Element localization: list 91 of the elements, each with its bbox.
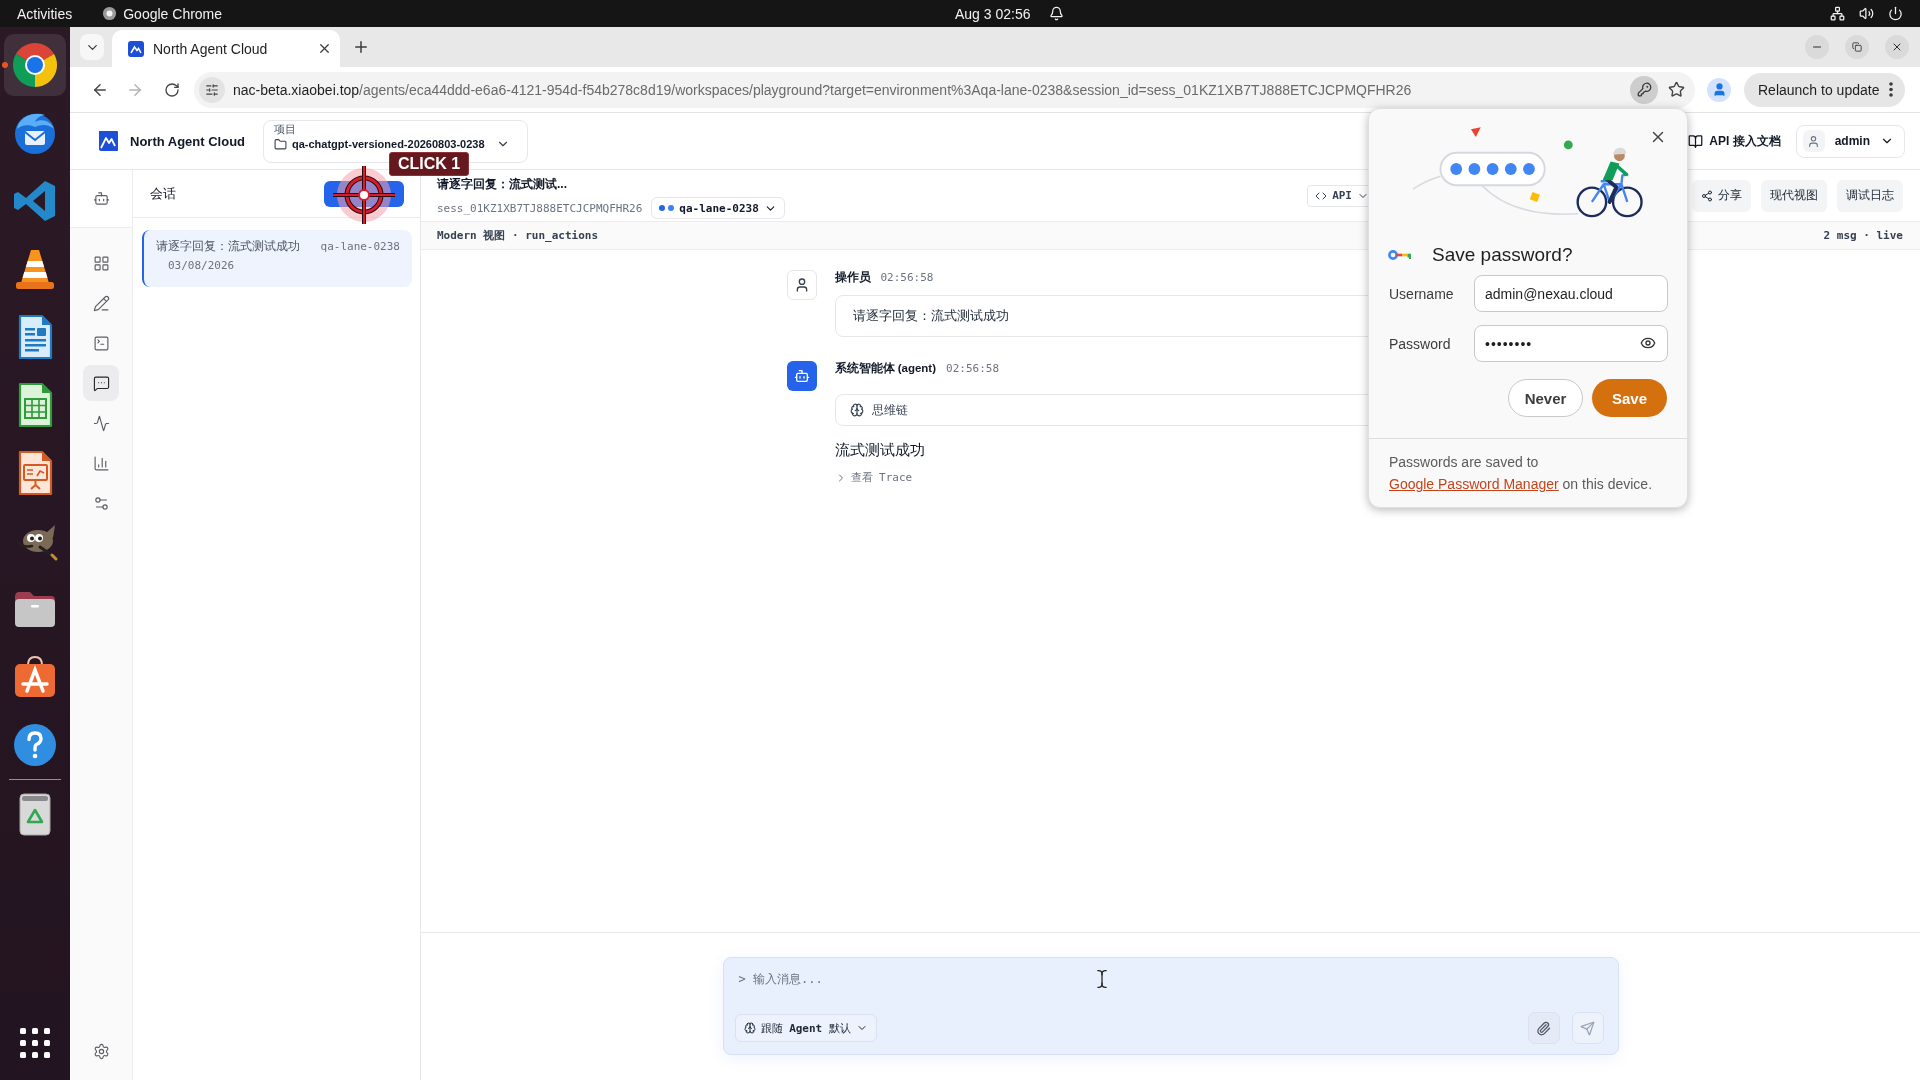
- message-author: 系统智能体 (agent): [834, 360, 937, 376]
- new-tab-icon[interactable]: [352, 38, 370, 56]
- view-mode-label: Modern 视图 · run_actions: [437, 228, 599, 243]
- agent-mode-selector[interactable]: 跟随 Agent 默认: [734, 1014, 877, 1042]
- url-text: nac-beta.xiaobei.top/agents/eca44ddd-e6a6-4121-954d-f54b278c8d19/workspaces/playground?target=environment%3Aqa-lane-0238&session_id=sess_01KZ1XB7TJ888ETCJCPMQFHR26: [233, 81, 1412, 98]
- chat-icon: [92, 374, 110, 392]
- profile-icon[interactable]: [1707, 77, 1731, 102]
- favicon-icon: [128, 40, 144, 57]
- password-field[interactable]: ••••••••: [1474, 325, 1668, 362]
- address-bar[interactable]: nac-beta.xiaobei.top/agents/eca44ddd-e6a6-4121-954d-f54b278c8d19/workspaces/playground?target=environment%3Aqa-lane-0238&session_id=sess_01KZ1XB7TJ888ETCJCPMQFHR26: [194, 71, 1695, 108]
- book-icon: [1688, 133, 1704, 149]
- bar-chart-icon: [92, 454, 110, 472]
- user-avatar-icon: [786, 270, 817, 300]
- view-action-button[interactable]: 现代视图: [1761, 179, 1827, 212]
- browser-tab[interactable]: North Agent Cloud: [112, 30, 340, 67]
- key-icon: [1388, 249, 1412, 261]
- username-field[interactable]: admin@nexau.cloud: [1474, 275, 1668, 312]
- bot-icon: [92, 190, 110, 207]
- project-label: 项目: [274, 122, 297, 136]
- message-author: 操作员: [834, 269, 871, 285]
- network-icon[interactable]: [1830, 6, 1845, 21]
- never-button[interactable]: Never: [1508, 379, 1583, 417]
- password-manager-link[interactable]: Google Password Manager: [1389, 476, 1559, 492]
- reload-icon[interactable]: [164, 81, 180, 98]
- kebab-icon: [1889, 82, 1894, 97]
- grid-icon: [92, 254, 110, 272]
- share-button[interactable]: 分享: [1692, 179, 1751, 212]
- panel-title: 会话: [150, 184, 176, 203]
- restore-button[interactable]: [1845, 35, 1869, 59]
- field-label: Password: [1389, 335, 1452, 352]
- session-lane: qa-lane-0238: [320, 240, 400, 253]
- close-window-button[interactable]: [1885, 35, 1909, 59]
- nav-button[interactable]: [83, 365, 119, 401]
- restore-icon: [1852, 42, 1862, 52]
- close-icon: [1891, 41, 1903, 53]
- session-date: 03/08/2026: [167, 259, 236, 272]
- message-input[interactable]: > 输入消息...: [734, 968, 1604, 990]
- trace-toggle[interactable]: 查看 Trace: [834, 470, 913, 485]
- logo-icon: [96, 129, 120, 153]
- share-icon: [1701, 189, 1713, 202]
- app-grid-icon[interactable]: [20, 1028, 50, 1058]
- close-icon[interactable]: [317, 41, 332, 56]
- help-icon[interactable]: [11, 721, 59, 769]
- password-key-button[interactable]: [1630, 75, 1658, 104]
- clock[interactable]: Aug 3 02:56: [955, 4, 1031, 23]
- brain-icon: [849, 403, 864, 417]
- dialog-title: Save password?: [1432, 243, 1573, 267]
- session-heading: 请逐字回复：流式测试...: [437, 177, 568, 191]
- project-name: qa-chatgpt-versioned-20260803-0238: [292, 137, 485, 151]
- click-label: CLICK 1: [389, 152, 470, 176]
- app-icon: [102, 6, 118, 21]
- attach-button[interactable]: [1527, 1012, 1560, 1044]
- browser-logo-icon[interactable]: [4, 34, 66, 96]
- password-manager-note: Passwords are saved to Google Password Manager on this device.: [1388, 453, 1654, 494]
- status-dot-icon: [659, 205, 666, 211]
- session-title: 请逐字回复：流式测试成功: [156, 238, 300, 255]
- brand-name: North Agent Cloud: [130, 133, 246, 149]
- folder-icon: [274, 137, 287, 151]
- bell-icon[interactable]: [1048, 6, 1064, 21]
- key-icon: [1636, 82, 1652, 97]
- minimize-button[interactable]: [1805, 35, 1829, 59]
- api-docs-link[interactable]: API 接入文档: [1688, 132, 1781, 150]
- power-icon[interactable]: [1888, 6, 1903, 21]
- message-time: 02:56:58: [880, 270, 934, 284]
- message-stats: 2 msg · live: [1823, 229, 1903, 242]
- pencil-icon: [92, 294, 110, 312]
- terminal-icon: [92, 334, 110, 352]
- user-icon: [1802, 130, 1825, 152]
- site-info-button[interactable]: [199, 76, 225, 103]
- bot-avatar-icon: [786, 361, 817, 391]
- brain-icon: [743, 1022, 756, 1034]
- volume-icon[interactable]: [1859, 6, 1874, 21]
- activities-button[interactable]: Activities: [17, 4, 73, 23]
- session-id: sess_01KZ1XB7TJ888ETCJCPMQFHR26: [437, 201, 643, 215]
- pulse-icon: [92, 414, 110, 432]
- lane-selector[interactable]: qa-lane-0238: [651, 197, 785, 219]
- agent-answer: 流式测试成功: [834, 441, 925, 460]
- star-icon[interactable]: [1668, 81, 1685, 98]
- send-icon: [1580, 1020, 1595, 1036]
- sliders-icon: [205, 82, 219, 97]
- sliders-icon: [92, 494, 110, 512]
- eye-icon[interactable]: [1640, 335, 1656, 351]
- message-time: 02:56:58: [946, 361, 999, 375]
- paperclip-icon: [1536, 1020, 1551, 1036]
- view-action-button[interactable]: 调试日志: [1837, 179, 1903, 212]
- status-dot-icon: [668, 205, 675, 211]
- relaunch-button[interactable]: Relaunch to update: [1744, 72, 1906, 107]
- settings-icon: [92, 1042, 110, 1060]
- session-item[interactable]: 请逐字回复：流式测试成功 qa-lane-0238 03/08/2026: [142, 230, 412, 287]
- app-menu[interactable]: Google Chrome: [123, 4, 223, 23]
- user-menu-button[interactable]: admin: [1795, 124, 1905, 158]
